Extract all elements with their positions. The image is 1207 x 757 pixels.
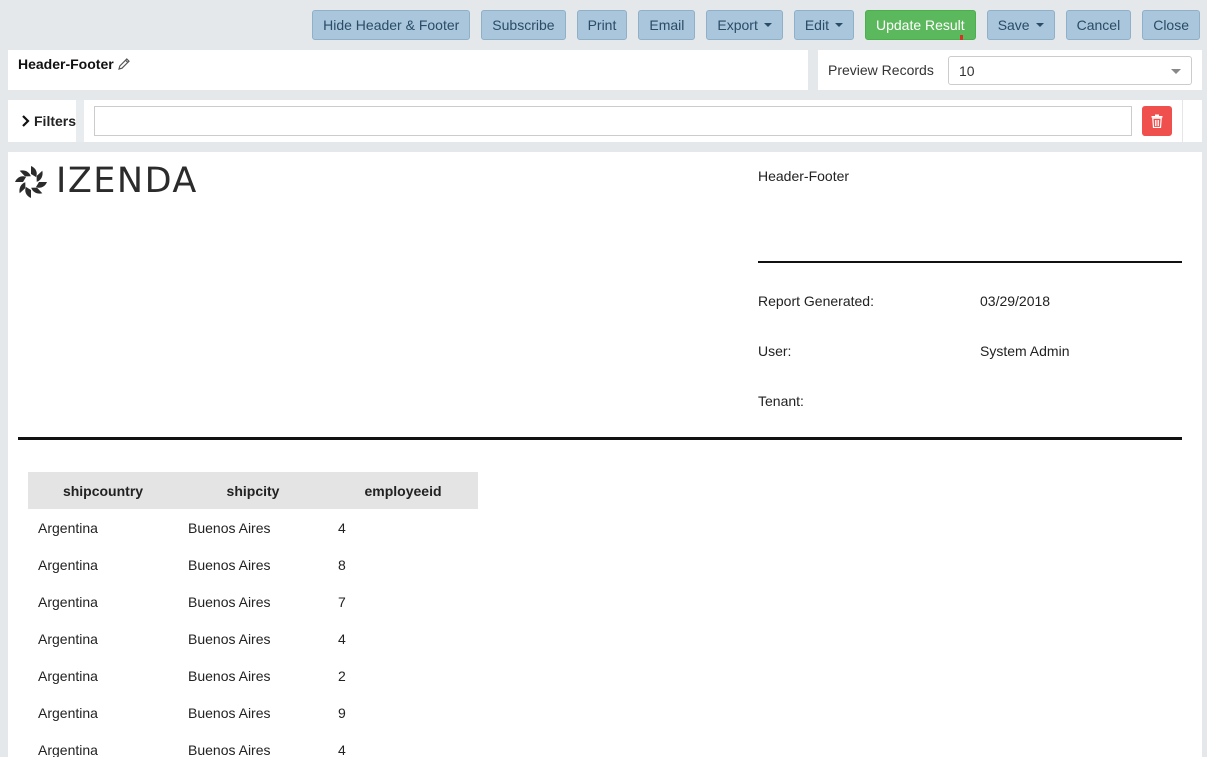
close-label: Close (1153, 17, 1189, 33)
cell-employeeid: 4 (338, 741, 346, 757)
preview-records-value: 10 (959, 63, 975, 79)
cell-shipcountry: Argentina (38, 667, 98, 684)
report-generated-label: Report Generated: (758, 293, 874, 309)
filters-label: Filters (34, 113, 77, 129)
column-header-shipcountry[interactable]: shipcountry (28, 472, 178, 509)
preview-records-label: Preview Records (828, 62, 934, 78)
header-bottom-rule (18, 437, 1182, 440)
save-button[interactable]: Save (986, 10, 1055, 40)
user-label: User: (758, 343, 792, 359)
column-header-employeeid[interactable]: employeeid (328, 472, 478, 509)
report-title-text: Header-Footer (18, 56, 114, 72)
header-report-title: Header-Footer (758, 168, 850, 184)
cell-shipcountry: Argentina (38, 519, 98, 536)
delete-filter-button[interactable] (1142, 106, 1172, 136)
cancel-label: Cancel (1076, 17, 1121, 33)
report-body: shipcountry shipcity employeeid Argentin… (8, 452, 1202, 757)
cell-shipcity: Buenos Aires (188, 667, 271, 684)
cell-employeeid: 4 (338, 519, 346, 536)
caret-down-icon (834, 23, 843, 27)
cell-employeeid: 9 (338, 704, 346, 721)
hide-header-footer-label: Hide Header & Footer (323, 17, 460, 33)
table-header-row: shipcountry shipcity employeeid (28, 472, 478, 509)
logo-text: IZENDA (56, 161, 198, 201)
preview-records-select[interactable]: 10 (948, 56, 1192, 85)
report-title-box: Header-Footer (8, 50, 808, 90)
cell-shipcity: Buenos Aires (188, 519, 271, 536)
cell-shipcountry: Argentina (38, 593, 98, 610)
table-row: Argentina Buenos Aires 7 (28, 583, 478, 620)
report-generated-value: 03/29/2018 (980, 293, 1051, 309)
chevron-right-icon (22, 115, 30, 127)
filters-toggle[interactable]: Filters (8, 100, 84, 142)
email-label: Email (649, 17, 685, 33)
pencil-icon[interactable] (117, 57, 131, 71)
hide-header-footer-button[interactable]: Hide Header & Footer (312, 10, 471, 40)
toolbar: Hide Header & Footer Subscribe Print Ema… (312, 10, 1200, 40)
report-title[interactable]: Header-Footer (18, 56, 131, 72)
cell-shipcountry: Argentina (38, 741, 98, 757)
export-button[interactable]: Export (706, 10, 783, 40)
filters-bar: Filters (8, 100, 1202, 142)
cell-employeeid: 2 (338, 667, 346, 684)
cell-shipcountry: Argentina (38, 556, 98, 573)
cell-shipcity: Buenos Aires (188, 704, 271, 721)
cell-employeeid: 7 (338, 593, 346, 610)
cell-shipcity: Buenos Aires (188, 630, 271, 647)
table-row: Argentina Buenos Aires 9 (28, 694, 478, 731)
column-header-shipcity[interactable]: shipcity (178, 472, 328, 509)
cell-shipcity: Buenos Aires (188, 556, 271, 573)
preview-records-box: Preview Records 10 (818, 50, 1202, 90)
table-row: Argentina Buenos Aires 4 (28, 620, 478, 657)
cell-shipcity: Buenos Aires (188, 741, 271, 757)
table-row: Argentina Buenos Aires 4 (28, 731, 478, 757)
caret-down-icon (763, 23, 772, 27)
subscribe-button[interactable]: Subscribe (481, 10, 566, 40)
subscribe-label: Subscribe (492, 17, 555, 33)
izenda-logo: IZENDA (14, 164, 198, 199)
data-table: shipcountry shipcity employeeid Argentin… (28, 472, 478, 757)
chevron-down-icon (1171, 69, 1181, 74)
izenda-logo-icon (15, 165, 47, 198)
export-label: Export (717, 17, 758, 33)
filters-bar-end (1182, 100, 1202, 142)
header-divider (758, 261, 1182, 263)
close-button[interactable]: Close (1142, 10, 1200, 40)
table-row: Argentina Buenos Aires 8 (28, 546, 478, 583)
edit-button[interactable]: Edit (793, 10, 854, 40)
save-label: Save (997, 17, 1030, 33)
cell-shipcity: Buenos Aires (188, 593, 271, 610)
red-marker (960, 35, 963, 40)
tenant-label: Tenant: (758, 393, 804, 409)
print-label: Print (587, 17, 617, 33)
trash-icon (1151, 114, 1163, 128)
email-button[interactable]: Email (638, 10, 696, 40)
print-button[interactable]: Print (576, 10, 628, 40)
cell-employeeid: 4 (338, 630, 346, 647)
cell-shipcountry: Argentina (38, 630, 98, 647)
update-result-label: Update Result (875, 17, 965, 33)
filter-input[interactable] (94, 106, 1132, 136)
user-value: System Admin (980, 343, 1070, 359)
edit-label: Edit (804, 17, 829, 33)
cancel-button[interactable]: Cancel (1065, 10, 1132, 40)
table-row: Argentina Buenos Aires 2 (28, 657, 478, 694)
cell-shipcountry: Argentina (38, 704, 98, 721)
caret-down-icon (1035, 23, 1044, 27)
table-row: Argentina Buenos Aires 4 (28, 509, 478, 546)
cell-employeeid: 8 (338, 556, 346, 573)
